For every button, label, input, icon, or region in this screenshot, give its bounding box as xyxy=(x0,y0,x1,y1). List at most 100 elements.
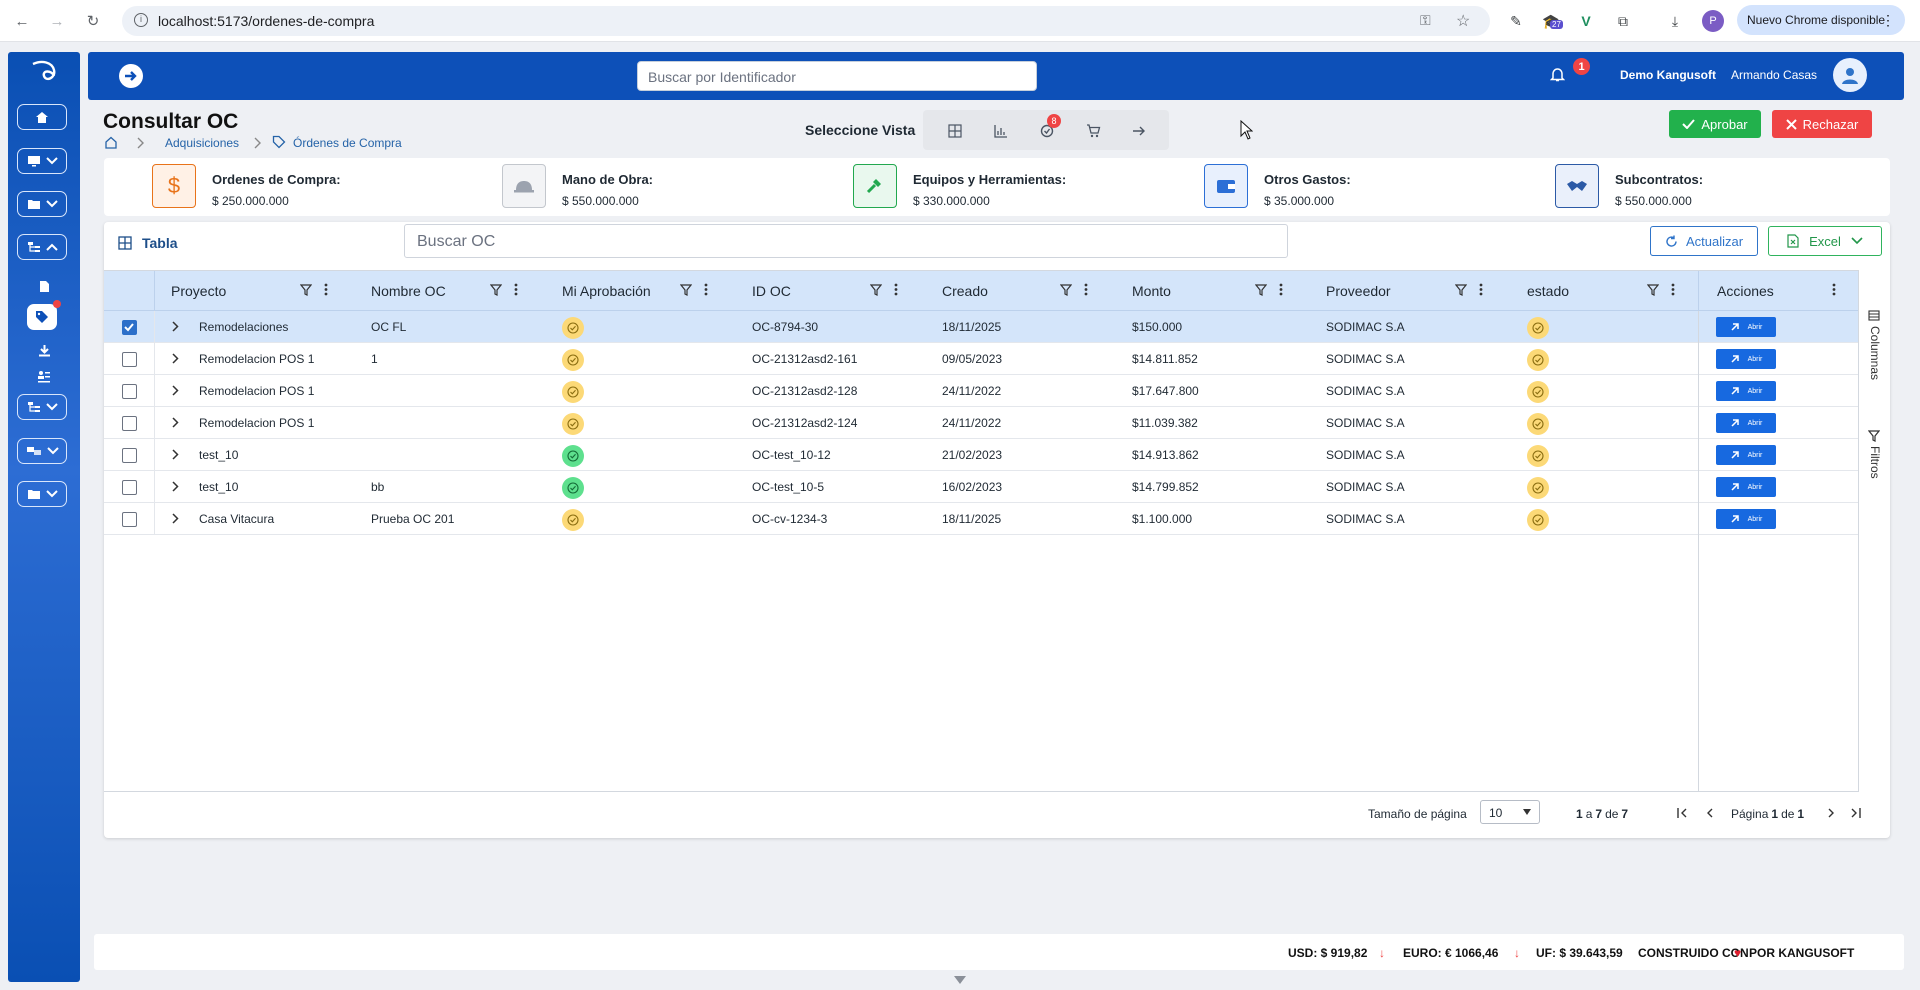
column-menu-icon[interactable] xyxy=(704,283,708,296)
filter-icon[interactable] xyxy=(870,283,882,296)
refresh-button[interactable]: Actualizar xyxy=(1650,226,1758,256)
address-bar[interactable]: i localhost:5173/ordenes-de-compra ⚿ ☆ xyxy=(122,6,1490,36)
key-icon[interactable]: ⚿ xyxy=(1420,12,1431,29)
row-expand-chevron-icon[interactable] xyxy=(172,513,179,524)
filter-icon[interactable] xyxy=(1647,283,1659,296)
column-menu-icon[interactable] xyxy=(1279,283,1283,296)
column-menu-icon[interactable] xyxy=(1479,283,1483,296)
toggle-sidebar-arrow-icon[interactable] xyxy=(119,64,143,88)
table-row[interactable]: Remodelacion POS 1 1 OC-21312asd2-161 09/05… xyxy=(104,343,1858,375)
row-checkbox[interactable] xyxy=(122,512,137,527)
open-order-button[interactable]: Abrir xyxy=(1716,413,1776,433)
filter-icon[interactable] xyxy=(1255,283,1267,296)
identifier-search-input[interactable]: Buscar por Identificador xyxy=(637,61,1037,91)
table-row[interactable]: Remodelaciones OC FL OC-8794-30 18/11/2025 $… xyxy=(104,311,1858,343)
filter-icon[interactable] xyxy=(1455,283,1467,296)
page-size-select[interactable]: 10 xyxy=(1480,800,1540,824)
next-page-icon[interactable] xyxy=(1827,808,1835,818)
filter-icon[interactable] xyxy=(680,283,692,296)
sidebar-transfer-button[interactable] xyxy=(17,438,67,464)
row-checkbox[interactable] xyxy=(122,448,137,463)
order-search-input[interactable]: Buscar OC xyxy=(404,224,1288,258)
view-chart-icon[interactable] xyxy=(991,122,1011,140)
sidebar-document-icon[interactable] xyxy=(34,276,54,296)
column-menu-icon[interactable] xyxy=(514,283,518,296)
bell-icon[interactable] xyxy=(1550,67,1565,83)
column-menu-icon[interactable] xyxy=(1084,283,1088,296)
kebab-menu-icon[interactable]: ⋮ xyxy=(1881,12,1895,29)
open-order-button[interactable]: Abrir xyxy=(1716,445,1776,465)
view-approvals-icon[interactable]: 8 xyxy=(1037,114,1061,140)
header-monto[interactable]: Monto xyxy=(1132,271,1171,311)
header-id-oc[interactable]: ID OC xyxy=(752,271,791,311)
table-row[interactable]: Casa Vitacura Prueba OC 201 OC-cv-1234-3 18… xyxy=(104,503,1858,535)
vue-extension-icon[interactable]: V xyxy=(1575,10,1597,32)
column-menu-icon[interactable] xyxy=(894,283,898,296)
row-checkbox[interactable] xyxy=(122,352,137,367)
sidebar-folder-button[interactable] xyxy=(17,191,67,217)
user-avatar[interactable] xyxy=(1833,58,1867,92)
view-arrow-icon[interactable] xyxy=(1129,122,1149,140)
view-cart-icon[interactable] xyxy=(1083,122,1103,140)
header-creado[interactable]: Creado xyxy=(942,271,988,311)
row-checkbox[interactable] xyxy=(122,384,137,399)
row-expand-chevron-icon[interactable] xyxy=(172,353,179,364)
sidebar-monitor-button[interactable] xyxy=(17,148,67,174)
row-checkbox[interactable] xyxy=(122,480,137,495)
breadcrumb-adquisiciones[interactable]: Adquisiciones xyxy=(165,136,239,150)
scroll-down-icon[interactable] xyxy=(953,975,967,985)
breadcrumb-home-icon[interactable] xyxy=(104,136,118,149)
header-proyecto[interactable]: Proyecto xyxy=(171,271,226,311)
sidebar-hierarchy-2-button[interactable] xyxy=(17,394,67,420)
breadcrumb-ordenes[interactable]: Órdenes de Compra xyxy=(293,136,402,150)
user-name[interactable]: Armando Casas xyxy=(1731,68,1817,82)
filter-icon[interactable] xyxy=(1060,283,1072,296)
view-table-icon[interactable] xyxy=(945,122,965,140)
sidebar-tag-button[interactable] xyxy=(27,300,61,330)
sidebar-folder-2-button[interactable] xyxy=(17,481,67,507)
bookmark-star-icon[interactable]: ☆ xyxy=(1456,11,1470,31)
filter-icon[interactable] xyxy=(300,283,312,296)
open-order-button[interactable]: Abrir xyxy=(1716,477,1776,497)
open-order-button[interactable]: Abrir xyxy=(1716,509,1776,529)
row-expand-chevron-icon[interactable] xyxy=(172,385,179,396)
row-expand-chevron-icon[interactable] xyxy=(172,481,179,492)
table-row[interactable]: test_10 bb OC-test_10-5 16/02/2023 $14.799.8… xyxy=(104,471,1858,503)
back-icon[interactable]: ← xyxy=(12,11,32,31)
last-page-icon[interactable] xyxy=(1850,808,1861,818)
table-row[interactable]: Remodelacion POS 1 OC-21312asd2-128 24/11/… xyxy=(104,375,1858,407)
approve-button[interactable]: Aprobar xyxy=(1669,110,1761,138)
tab-tabla[interactable]: Tabla xyxy=(118,228,178,258)
column-menu-icon[interactable] xyxy=(324,283,328,296)
row-expand-chevron-icon[interactable] xyxy=(172,449,179,460)
sidebar-home-button[interactable] xyxy=(17,104,67,130)
sidebar-download-icon[interactable] xyxy=(34,340,54,360)
company-name[interactable]: Demo Kangusoft xyxy=(1620,68,1716,82)
open-order-button[interactable]: Abrir xyxy=(1716,349,1776,369)
sidebar-hierarchy-button[interactable] xyxy=(17,234,67,260)
row-checkbox[interactable] xyxy=(122,320,137,335)
filter-icon[interactable] xyxy=(490,283,502,296)
graduation-extension-icon[interactable]: 🎓27 xyxy=(1540,10,1563,32)
reload-icon[interactable]: ↻ xyxy=(83,11,103,31)
open-order-button[interactable]: Abrir xyxy=(1716,317,1776,337)
forward-icon[interactable]: → xyxy=(47,11,67,31)
first-page-icon[interactable] xyxy=(1677,808,1688,818)
header-mi-aprobacion[interactable]: Mi Aprobación xyxy=(562,271,651,311)
table-row[interactable]: test_10 OC-test_10-12 21/02/2023 $14.913.86… xyxy=(104,439,1858,471)
eyedropper-extension-icon[interactable]: ✎ xyxy=(1505,10,1527,32)
kangusoft-logo-icon[interactable] xyxy=(30,58,60,86)
reject-button[interactable]: Rechazar xyxy=(1772,110,1872,138)
extensions-puzzle-icon[interactable]: ⧉ xyxy=(1612,10,1634,32)
header-proveedor[interactable]: Proveedor xyxy=(1326,271,1391,311)
row-checkbox[interactable] xyxy=(122,416,137,431)
site-info-icon[interactable]: i xyxy=(134,13,148,27)
columns-tool-button[interactable]: Columnas xyxy=(1868,310,1882,380)
row-expand-chevron-icon[interactable] xyxy=(172,417,179,428)
excel-export-button[interactable]: Excel xyxy=(1768,226,1882,256)
sidebar-users-list-icon[interactable] xyxy=(34,366,54,386)
table-row[interactable]: Remodelacion POS 1 OC-21312asd2-124 24/11/… xyxy=(104,407,1858,439)
profile-avatar[interactable]: P xyxy=(1702,10,1724,32)
row-expand-chevron-icon[interactable] xyxy=(172,321,179,332)
column-menu-icon[interactable] xyxy=(1832,283,1836,296)
